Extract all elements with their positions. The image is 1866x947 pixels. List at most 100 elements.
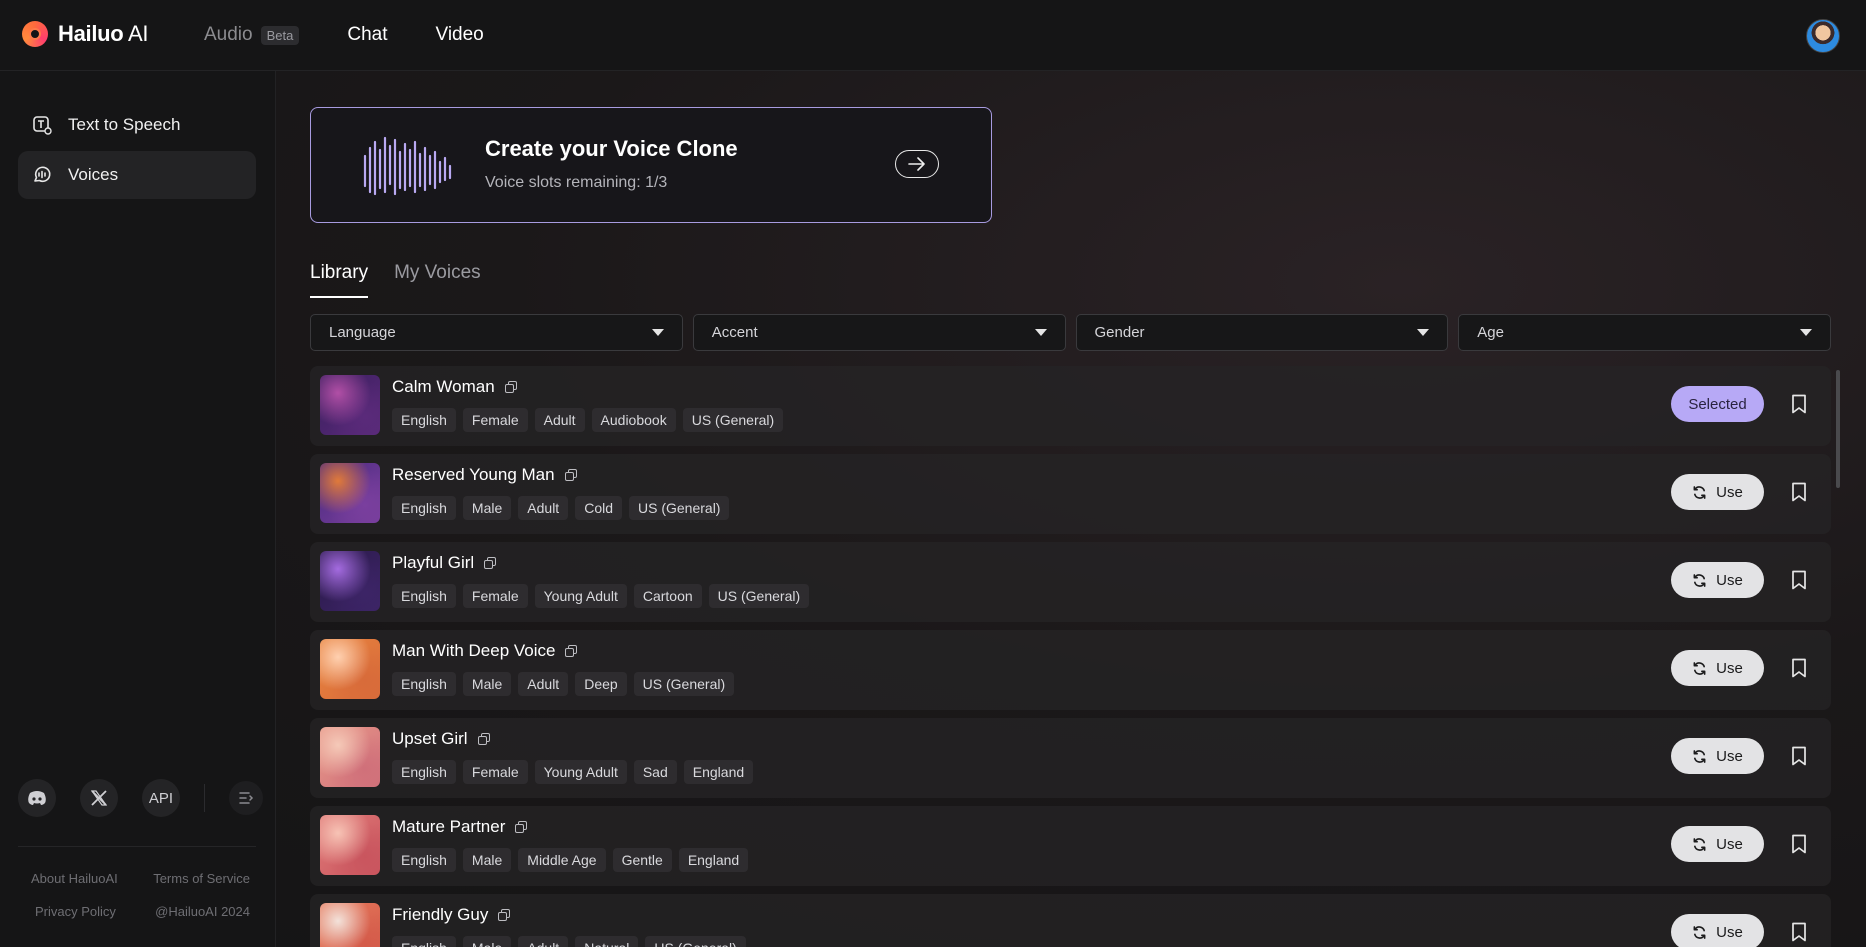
nav-chat[interactable]: Chat xyxy=(347,24,387,46)
voice-name: Friendly Guy xyxy=(392,905,511,925)
voice-thumbnail xyxy=(320,639,380,699)
nav-video[interactable]: Video xyxy=(436,24,484,46)
copy-icon[interactable] xyxy=(484,556,497,570)
use-button-label: Use xyxy=(1716,571,1743,589)
voice-tag: England xyxy=(683,760,754,784)
voice-tag: England xyxy=(678,848,749,872)
use-voice-button[interactable]: Use xyxy=(1671,738,1764,774)
voice-row[interactable]: Playful Girl English Female Young Adult Cart… xyxy=(310,542,1831,622)
voice-row[interactable]: Upset Girl English Female Young Adult Sad Eng… xyxy=(310,718,1831,798)
sidebar-item-text-to-speech[interactable]: Text to Speech xyxy=(18,101,256,149)
voice-row[interactable]: Friendly Guy English Male Adult Natural US (G… xyxy=(310,894,1831,947)
voice-tag: Male xyxy=(462,672,512,696)
sidebar: Text to Speech Voices API About HailuoAI… xyxy=(0,71,276,947)
voice-tags: English Male Middle Age Gentle England xyxy=(392,848,749,872)
terms-link[interactable]: Terms of Service xyxy=(153,871,250,886)
voice-tag: Sad xyxy=(633,760,677,784)
voice-tag: US (General) xyxy=(708,584,810,608)
use-button-label: Use xyxy=(1716,483,1743,501)
text-to-speech-icon xyxy=(32,115,52,135)
top-header: Hailuo AI Audio Beta Chat Video xyxy=(0,0,1866,71)
voice-name: Reserved Young Man xyxy=(392,465,578,485)
filter-bar: Language Accent Gender Age xyxy=(310,314,1831,351)
voice-name-text: Calm Woman xyxy=(392,377,495,396)
hailuo-logo[interactable]: Hailuo AI xyxy=(22,21,149,47)
voice-tag: English xyxy=(392,584,456,608)
voice-tag: Young Adult xyxy=(534,584,627,608)
filter-label: Age xyxy=(1477,324,1504,341)
discord-icon xyxy=(28,791,46,805)
bookmark-icon[interactable] xyxy=(1791,746,1807,766)
voice-tag: Middle Age xyxy=(518,848,606,872)
voice-tag: Natural xyxy=(575,936,639,947)
social-links: API xyxy=(18,779,263,817)
privacy-link[interactable]: Privacy Policy xyxy=(35,904,116,919)
user-avatar[interactable] xyxy=(1806,19,1840,53)
x-twitter-button[interactable] xyxy=(80,779,118,817)
copy-icon[interactable] xyxy=(564,468,578,482)
copy-icon[interactable] xyxy=(515,820,528,834)
voice-row[interactable]: Reserved Young Man English Male Adult Cold US… xyxy=(310,454,1831,534)
caret-down-icon xyxy=(1034,329,1047,336)
refresh-icon xyxy=(1693,573,1706,587)
copy-icon[interactable] xyxy=(565,644,578,658)
x-twitter-icon xyxy=(90,790,108,806)
accent-filter[interactable]: Accent xyxy=(692,314,1066,351)
use-button-label: Use xyxy=(1716,747,1743,765)
about-link[interactable]: About HailuoAI xyxy=(31,871,118,886)
waveform-icon xyxy=(363,136,452,196)
scrollbar[interactable] xyxy=(1836,370,1840,488)
voice-tag: Male xyxy=(462,496,512,520)
bookmark-icon[interactable] xyxy=(1791,922,1807,942)
api-button[interactable]: API xyxy=(142,779,180,817)
voice-row[interactable]: Mature Partner English Male Middle Age Gentl… xyxy=(310,806,1831,886)
filter-label: Accent xyxy=(711,324,758,341)
language-filter[interactable]: Language xyxy=(310,314,683,351)
use-button-label: Use xyxy=(1716,659,1743,677)
voice-row[interactable]: Man With Deep Voice English Male Adult Deep U… xyxy=(310,630,1831,710)
tab-my-voices[interactable]: My Voices xyxy=(394,262,481,298)
sidebar-item-voices[interactable]: Voices xyxy=(18,151,256,199)
copy-icon[interactable] xyxy=(504,380,518,394)
voice-tag: US (General) xyxy=(633,672,735,696)
discord-button[interactable] xyxy=(18,779,56,817)
nav-audio[interactable]: Audio Beta xyxy=(204,24,300,46)
selected-button[interactable]: Selected xyxy=(1671,386,1764,422)
copy-icon[interactable] xyxy=(477,732,491,746)
gender-filter[interactable]: Gender xyxy=(1075,314,1449,351)
use-voice-button[interactable]: Use xyxy=(1671,914,1764,947)
use-voice-button[interactable]: Use xyxy=(1671,650,1764,686)
filter-label: Gender xyxy=(1094,324,1145,341)
copyright-text: @HailuoAI 2024 xyxy=(155,904,250,919)
use-voice-button[interactable]: Use xyxy=(1671,826,1764,862)
voice-tag: US (General) xyxy=(629,496,730,520)
copy-icon[interactable] xyxy=(498,908,511,922)
use-voice-button[interactable]: Use xyxy=(1671,562,1764,598)
collapse-sidebar-button[interactable] xyxy=(229,781,263,815)
voice-tabs: Library My Voices xyxy=(310,262,481,298)
voice-row[interactable]: Calm Woman English Female Adult Audiobook US … xyxy=(310,366,1831,446)
bookmark-icon[interactable] xyxy=(1791,570,1807,590)
use-voice-button[interactable]: Use xyxy=(1671,474,1764,510)
voice-slots-remaining: Voice slots remaining: 1/3 xyxy=(485,174,668,191)
tab-library[interactable]: Library xyxy=(310,262,369,298)
create-voice-clone-button[interactable] xyxy=(895,150,939,178)
logo-text: Hailuo AI xyxy=(58,21,149,46)
voice-clone-banner[interactable]: Create your Voice Clone Voice slots rema… xyxy=(310,107,992,223)
voice-tags: English Female Adult Audiobook US (General) xyxy=(392,408,784,432)
bookmark-icon[interactable] xyxy=(1791,482,1807,502)
bookmark-icon[interactable] xyxy=(1791,394,1807,414)
refresh-icon xyxy=(1693,485,1706,499)
voice-tag: English xyxy=(392,936,456,947)
voice-tag: US (General) xyxy=(682,408,784,432)
voice-tag: US (General) xyxy=(645,936,746,947)
age-filter[interactable]: Age xyxy=(1458,314,1831,351)
voice-tags: English Male Adult Deep US (General) xyxy=(392,672,735,696)
voice-tag: Female xyxy=(462,760,528,784)
bookmark-icon[interactable] xyxy=(1791,658,1807,678)
caret-down-icon xyxy=(1417,329,1430,336)
voice-name-text: Playful Girl xyxy=(392,553,475,572)
voice-tag: Adult xyxy=(518,936,569,947)
bookmark-icon[interactable] xyxy=(1791,834,1807,854)
voice-tag: English xyxy=(392,848,456,872)
